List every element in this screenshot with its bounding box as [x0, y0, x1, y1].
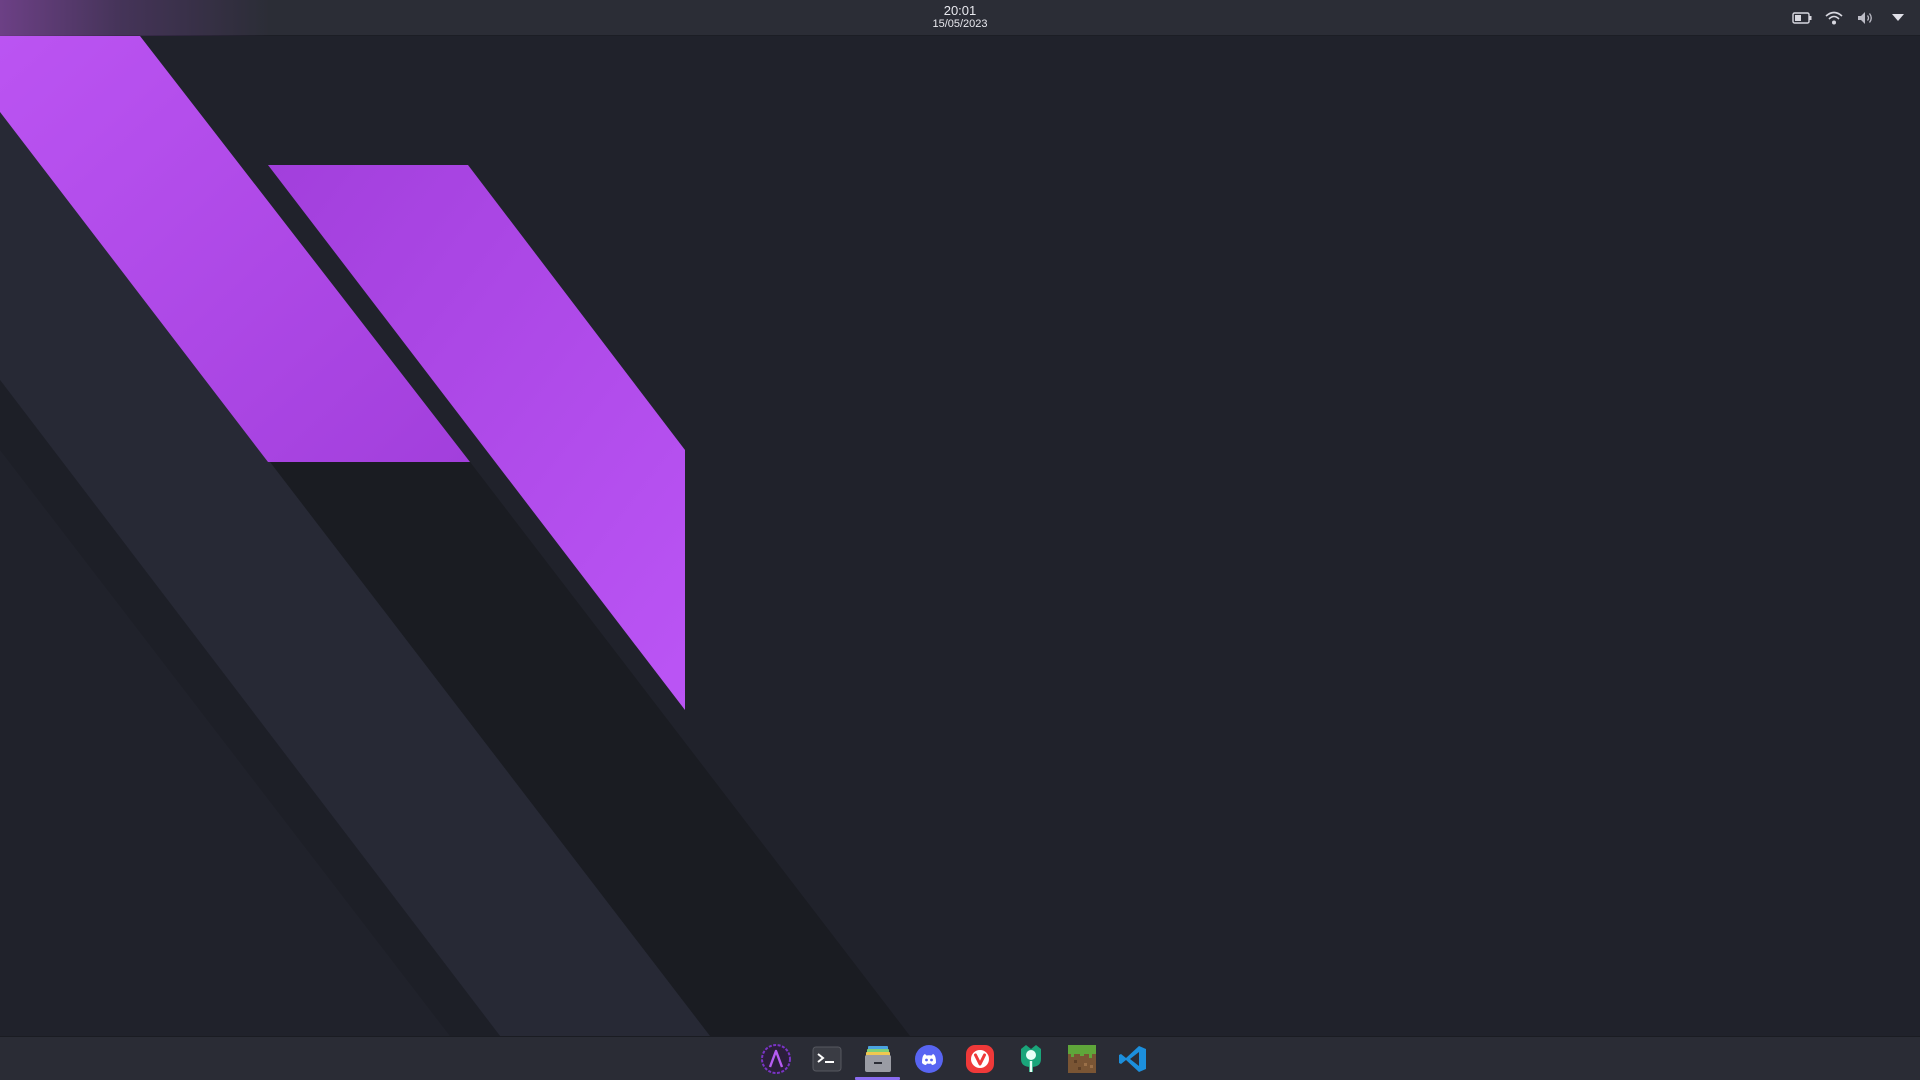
dock-terminal[interactable]	[809, 1042, 844, 1076]
files-icon	[864, 1046, 891, 1072]
volume-icon[interactable]	[1856, 8, 1876, 28]
tray-menu-chevron-icon[interactable]	[1888, 8, 1908, 28]
vivaldi-icon	[965, 1045, 994, 1073]
desktop-wallpaper	[0, 0, 1920, 1080]
dock-discord[interactable]	[911, 1042, 946, 1076]
clock-date: 15/05/2023	[932, 18, 988, 30]
dock-items	[758, 1042, 1150, 1080]
dock-app-launcher[interactable]	[758, 1042, 793, 1076]
vscode-icon	[1118, 1046, 1146, 1072]
clock[interactable]: 20:01 15/05/2023	[910, 4, 1010, 30]
activities-corner[interactable]	[0, 0, 270, 36]
dock-app-store[interactable]	[1013, 1042, 1048, 1076]
dock-file-manager[interactable]	[855, 1042, 900, 1080]
top-panel: 20:01 15/05/2023	[0, 0, 1920, 36]
store-icon	[1020, 1045, 1041, 1072]
dock-minecraft[interactable]	[1064, 1042, 1099, 1076]
dock-vivaldi[interactable]	[962, 1042, 997, 1076]
clock-time: 20:01	[943, 3, 977, 18]
discord-icon	[914, 1045, 943, 1073]
wifi-icon[interactable]	[1824, 8, 1844, 28]
minecraft-grass-block-icon	[1067, 1045, 1096, 1073]
system-tray[interactable]	[1792, 8, 1908, 28]
terminal-icon	[812, 1046, 841, 1072]
battery-icon[interactable]	[1792, 8, 1812, 28]
arch-launcher-icon	[760, 1044, 791, 1074]
dock	[0, 1036, 1920, 1080]
dock-vscode[interactable]	[1115, 1042, 1150, 1076]
